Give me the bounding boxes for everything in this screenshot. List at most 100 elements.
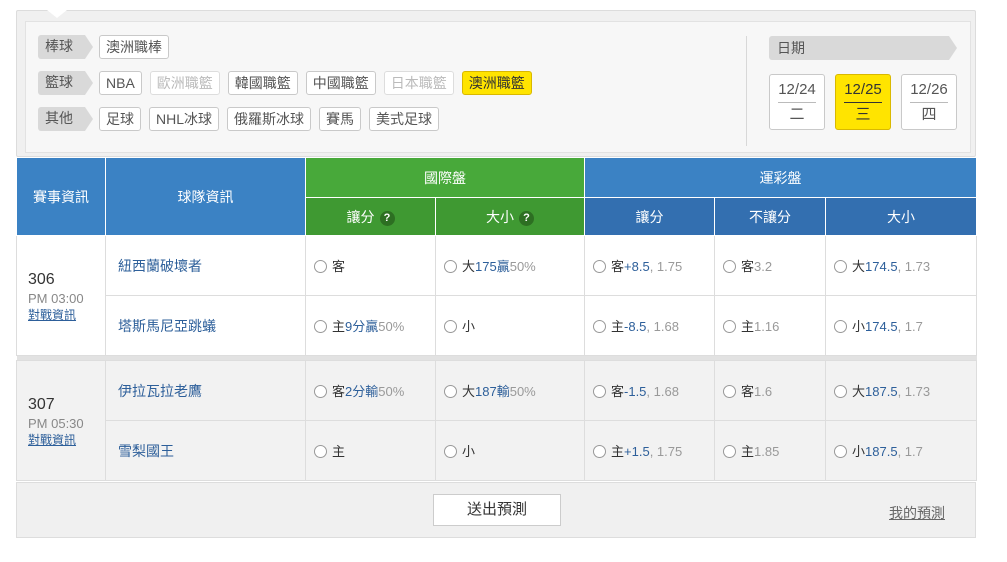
league-chip[interactable]: NBA [99, 71, 142, 95]
bet-odds: , 1.68 [646, 319, 679, 334]
radio-button[interactable] [593, 260, 606, 273]
radio-button[interactable] [314, 385, 327, 398]
bet-odds: 1.85 [754, 444, 780, 459]
help-icon[interactable]: ? [519, 210, 534, 226]
radio-button[interactable] [723, 385, 736, 398]
radio-button[interactable] [834, 260, 847, 273]
bet-option-lot-nohandicap[interactable]: 主1.16 [714, 295, 826, 356]
bet-side: 客 [741, 259, 755, 274]
bet-option-intl-handicap[interactable]: 客2分輸50% [305, 360, 436, 421]
radio-button[interactable] [314, 260, 327, 273]
my-predictions-link[interactable]: 我的預測 [889, 503, 945, 523]
bet-option-lot-total[interactable]: 大187.5, 1.73 [824, 360, 978, 421]
bet-option-lot-handicap[interactable]: 主+1.5, 1.75 [584, 420, 715, 481]
radio-button[interactable] [593, 320, 606, 333]
bet-side: 大 [852, 384, 866, 399]
bet-odds: 3.2 [754, 259, 773, 274]
bet-odds: 50% [509, 259, 536, 274]
bet-side: 主 [332, 444, 346, 459]
team-name[interactable]: 塔斯馬尼亞跳蟻 [105, 295, 306, 356]
radio-button[interactable] [593, 385, 606, 398]
bet-side: 小 [852, 444, 866, 459]
bet-option-lot-nohandicap[interactable]: 客1.6 [714, 360, 826, 421]
bet-line: 174.5 [865, 319, 898, 334]
bet-option-intl-handicap[interactable]: 主9分贏50% [305, 295, 436, 356]
radio-button[interactable] [593, 445, 606, 458]
bet-option-lot-nohandicap[interactable]: 主1.85 [714, 420, 826, 481]
radio-button[interactable] [444, 260, 457, 273]
matchup-info-link[interactable]: 對戰資訊 [28, 431, 105, 448]
bet-option-lot-total[interactable]: 小174.5, 1.7 [824, 295, 978, 356]
league-chip[interactable]: 賽馬 [319, 107, 362, 131]
bet-option-lot-total[interactable]: 小187.5, 1.7 [824, 420, 978, 481]
bet-option-intl-handicap[interactable]: 客 [305, 235, 436, 296]
radio-button[interactable] [834, 445, 847, 458]
header-intl-handicap: 讓分? [305, 197, 436, 236]
team-name[interactable]: 紐西蘭破壞者 [105, 235, 306, 296]
team-name[interactable]: 雪梨國王 [105, 420, 306, 481]
radio-button[interactable] [834, 385, 847, 398]
date-option[interactable]: 12/26 四 [901, 74, 957, 130]
radio-button[interactable] [314, 320, 327, 333]
bet-line: -8.5 [624, 319, 647, 334]
bet-odds: , 1.7 [897, 444, 923, 459]
bet-side: 小 [462, 319, 476, 334]
header-lot-total: 大小 [824, 197, 978, 236]
bet-line: 187.5 [865, 384, 898, 399]
bet-option-intl-total[interactable]: 小 [435, 420, 585, 481]
bet-option-intl-handicap[interactable]: 主 [305, 420, 436, 481]
radio-button[interactable] [723, 320, 736, 333]
bet-option-intl-total[interactable]: 大175贏50% [435, 235, 585, 296]
bet-option-lot-handicap[interactable]: 客-1.5, 1.68 [584, 360, 715, 421]
league-chip[interactable]: 日本職籃 [383, 71, 454, 95]
bet-option-intl-total[interactable]: 大187輸50% [435, 360, 585, 421]
radio-button[interactable] [444, 320, 457, 333]
league-chip[interactable]: 澳洲職棒 [99, 35, 169, 59]
bet-line: 187輸 [475, 384, 510, 399]
league-chip[interactable]: NHL冰球 [149, 107, 220, 131]
table-row: 塔斯馬尼亞跳蟻 主9分贏50% 小主-8.5, 1.68 主1.16 小174.5, 1… [17, 295, 978, 356]
header-label: 大小 [486, 208, 514, 225]
filter-row-baseball: 棒球 澳洲職棒 [38, 34, 177, 60]
filter-panel: 棒球 澳洲職棒 籃球 NBA 歐洲職籃 韓國職籃 中國職籃 日本職籃 澳洲職籃 … [16, 10, 976, 157]
league-chip[interactable]: 歐洲職籃 [149, 71, 220, 95]
date-option-selected[interactable]: 12/25 三 [835, 74, 891, 130]
bet-line: 187.5 [865, 444, 898, 459]
table-row: 306 PM 03:00 對戰資訊 紐西蘭破壞者客大175贏50% 客+8.5, 1.7… [16, 235, 978, 356]
matchup-info-link[interactable]: 對戰資訊 [28, 306, 105, 323]
date-weekday: 三 [855, 106, 871, 123]
bet-option-lot-total[interactable]: 大174.5, 1.73 [824, 235, 978, 296]
game-number: 307 [28, 395, 55, 413]
radio-button[interactable] [314, 445, 327, 458]
radio-button[interactable] [834, 320, 847, 333]
bet-odds: 1.16 [754, 319, 780, 334]
radio-button[interactable] [444, 445, 457, 458]
header-event-info: 賽事資訊 [16, 157, 106, 236]
bet-option-lot-handicap[interactable]: 主-8.5, 1.68 [584, 295, 715, 356]
bet-odds: 1.6 [754, 384, 773, 399]
bet-side: 主 [741, 444, 755, 459]
radio-button[interactable] [444, 385, 457, 398]
submit-prediction-button[interactable]: 送出預測 [433, 494, 561, 526]
bet-side: 客 [741, 384, 755, 399]
help-icon[interactable]: ? [379, 210, 395, 226]
bet-line: 9分贏 [345, 319, 379, 334]
league-chip[interactable]: 美式足球 [369, 107, 440, 131]
league-chip[interactable]: 中國職籃 [305, 71, 376, 95]
date-header: 日期 [769, 36, 957, 60]
bet-option-lot-handicap[interactable]: 客+8.5, 1.75 [584, 235, 715, 296]
radio-button[interactable] [723, 260, 736, 273]
league-chip-selected[interactable]: 澳洲職籃 [461, 71, 532, 95]
league-chip[interactable]: 韓國職籃 [227, 71, 298, 95]
date-option[interactable]: 12/24 二 [769, 74, 825, 130]
bet-odds: , 1.68 [646, 384, 679, 399]
radio-button[interactable] [723, 445, 736, 458]
bet-option-lot-nohandicap[interactable]: 客3.2 [714, 235, 826, 296]
league-chip[interactable]: 俄羅斯冰球 [227, 107, 312, 131]
team-name[interactable]: 伊拉瓦拉老鷹 [105, 360, 306, 421]
game-number: 306 [28, 270, 55, 288]
league-chip[interactable]: 足球 [99, 107, 141, 131]
bet-side: 主 [332, 319, 346, 334]
bet-option-intl-total[interactable]: 小 [435, 295, 585, 356]
header-label: 讓分 [346, 208, 375, 225]
